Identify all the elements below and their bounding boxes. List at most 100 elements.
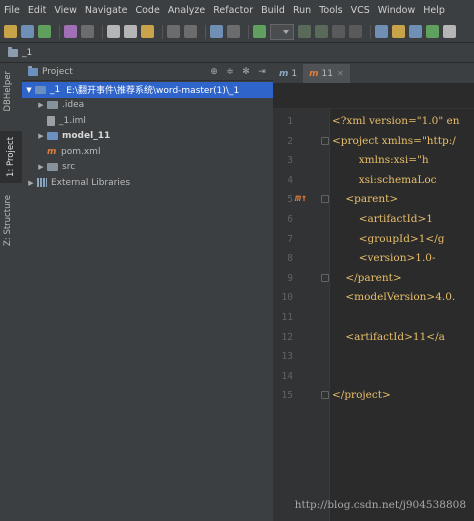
menu-file[interactable]: File <box>0 0 24 21</box>
expand-arrow-icon[interactable]: ▼ <box>25 86 33 94</box>
open-folder-icon[interactable] <box>4 25 17 38</box>
sdk-icon[interactable] <box>426 25 439 38</box>
tree-item-label: _1.iml <box>59 115 86 126</box>
tree-root[interactable]: ▼ _1 E:\翻开事件\推荐系统\word-master(1)\_1 <box>22 82 273 98</box>
copy-icon[interactable] <box>124 25 137 38</box>
line-number: 2 <box>287 135 293 147</box>
save-icon[interactable] <box>21 25 34 38</box>
code-line: <version>1.0- <box>332 252 436 265</box>
tab-dbhelper[interactable]: DBHelper <box>3 71 13 111</box>
root-path: E:\翻开事件\推荐系统\word-master(1)\_1 <box>66 86 240 97</box>
project-structure-icon[interactable] <box>409 25 422 38</box>
tab-file-11[interactable]: m 11 ✕ <box>303 64 350 83</box>
code-area[interactable]: <?xml version="1.0" en <project xmlns="ht… <box>330 108 474 521</box>
find-icon[interactable] <box>167 25 180 38</box>
toolbar-divider <box>248 24 249 39</box>
collapsed-arrow-icon[interactable]: ▶ <box>37 101 45 109</box>
folder-icon <box>47 101 58 110</box>
folder-icon <box>47 163 58 172</box>
code-line: <project xmlns="http:/ <box>332 134 456 147</box>
fold-marker-icon[interactable] <box>321 273 329 282</box>
menu-code[interactable]: Code <box>131 0 163 21</box>
menu-refactor[interactable]: Refactor <box>209 0 257 21</box>
debug-icon[interactable] <box>315 25 328 38</box>
tree-item-idea[interactable]: ▶ .idea <box>22 98 273 114</box>
line-number-row: 8 <box>273 249 329 269</box>
make-project-icon[interactable] <box>253 25 266 38</box>
line-number: 12 <box>281 331 293 343</box>
undo-icon[interactable] <box>64 25 77 38</box>
line-number-row: 11 <box>273 308 329 328</box>
menu-navigate[interactable]: Navigate <box>81 0 132 21</box>
tree-item-label: model_11 <box>62 131 111 142</box>
cut-icon[interactable] <box>107 25 120 38</box>
menu-tools[interactable]: Tools <box>315 0 346 21</box>
collapsed-arrow-icon[interactable]: ▶ <box>37 163 45 171</box>
menu-build[interactable]: Build <box>257 0 289 21</box>
panel-title[interactable]: Project <box>42 67 209 77</box>
vcs-update-icon[interactable] <box>375 25 388 38</box>
line-number-row: 14 <box>273 367 329 387</box>
tree-item-model[interactable]: ▶ model_11 <box>22 129 273 145</box>
collapse-icon[interactable]: ≑ <box>225 67 235 77</box>
menu-analyze[interactable]: Analyze <box>164 0 209 21</box>
tree-item-iml[interactable]: _1.iml <box>22 113 273 129</box>
toolbar-divider <box>370 24 371 39</box>
root-name: _1 <box>50 84 61 95</box>
help-icon[interactable] <box>443 25 456 38</box>
code-line: <groupId>1</g <box>332 232 445 245</box>
gear-icon[interactable]: ✻ <box>241 67 251 77</box>
redo-icon[interactable] <box>81 25 94 38</box>
menu-edit[interactable]: Edit <box>24 0 50 21</box>
menu-window[interactable]: Window <box>374 0 419 21</box>
coverage-icon[interactable] <box>332 25 345 38</box>
line-number-row: 7 <box>273 230 329 250</box>
run-icon[interactable] <box>298 25 311 38</box>
collapsed-arrow-icon[interactable]: ▶ <box>37 132 45 140</box>
tab-structure[interactable]: Z: Structure <box>3 195 13 246</box>
code-line: <artifactId>1 <box>332 213 433 225</box>
tree-item-src[interactable]: ▶ src <box>22 160 273 176</box>
fold-marker-icon[interactable] <box>321 195 329 204</box>
tree-item-label: .idea <box>62 100 85 111</box>
code-line: <modelVersion>4.0. <box>332 291 456 304</box>
tab-project[interactable]: 1: Project <box>0 131 22 183</box>
menu-run[interactable]: Run <box>289 0 315 21</box>
watermark: http://blog.csdn.net/j904538808 <box>294 499 466 511</box>
replace-icon[interactable] <box>184 25 197 38</box>
fold-marker-icon[interactable] <box>321 391 329 400</box>
stop-icon[interactable] <box>349 25 362 38</box>
editor-tabs: m 1 m 11 ✕ <box>273 63 474 84</box>
paste-icon[interactable] <box>141 25 154 38</box>
collapsed-arrow-icon[interactable]: ▶ <box>27 179 35 187</box>
code-line: <?xml version="1.0" en <box>332 115 460 127</box>
menu-help[interactable]: Help <box>419 0 449 21</box>
tree-item-libraries[interactable]: ▶ External Libraries <box>22 175 273 191</box>
hide-icon[interactable]: ⇥ <box>257 67 267 77</box>
fold-marker-icon[interactable] <box>321 136 329 145</box>
line-number-row: 3 <box>273 151 329 171</box>
line-number: 13 <box>281 351 293 363</box>
close-icon[interactable]: ✕ <box>337 69 344 78</box>
line-number: 1 <box>287 116 293 127</box>
editor-pane: m 1 m 11 ✕ 1 2 3 4 5 m↑ 6 7 8 9 10 11 12 13 14 15 <?xml… <box>273 63 474 521</box>
forward-icon[interactable] <box>227 25 240 38</box>
menu-vcs[interactable]: VCS <box>347 0 374 21</box>
run-config-dropdown[interactable] <box>270 23 294 40</box>
menu-view[interactable]: View <box>50 0 81 21</box>
maven-parent-marker-icon[interactable]: m↑ <box>295 193 307 204</box>
file-icon <box>47 115 55 126</box>
code-line: <artifactId>11</a <box>332 330 445 343</box>
breadcrumb[interactable]: _1 <box>22 48 32 58</box>
sync-icon[interactable]: ⊕ <box>209 67 219 77</box>
tree-item-pom[interactable]: m pom.xml <box>22 144 273 160</box>
back-icon[interactable] <box>210 25 223 38</box>
line-number-row: 6 <box>273 210 329 230</box>
code-line: <parent> <box>332 193 399 206</box>
line-number-row: 10 <box>273 288 329 308</box>
maven-icon: m <box>47 146 57 157</box>
code-line: xsi:schemaLoc <box>332 173 437 186</box>
tab-file-1[interactable]: m 1 <box>273 64 303 83</box>
sync-icon[interactable] <box>38 25 51 38</box>
settings-icon[interactable] <box>392 25 405 38</box>
